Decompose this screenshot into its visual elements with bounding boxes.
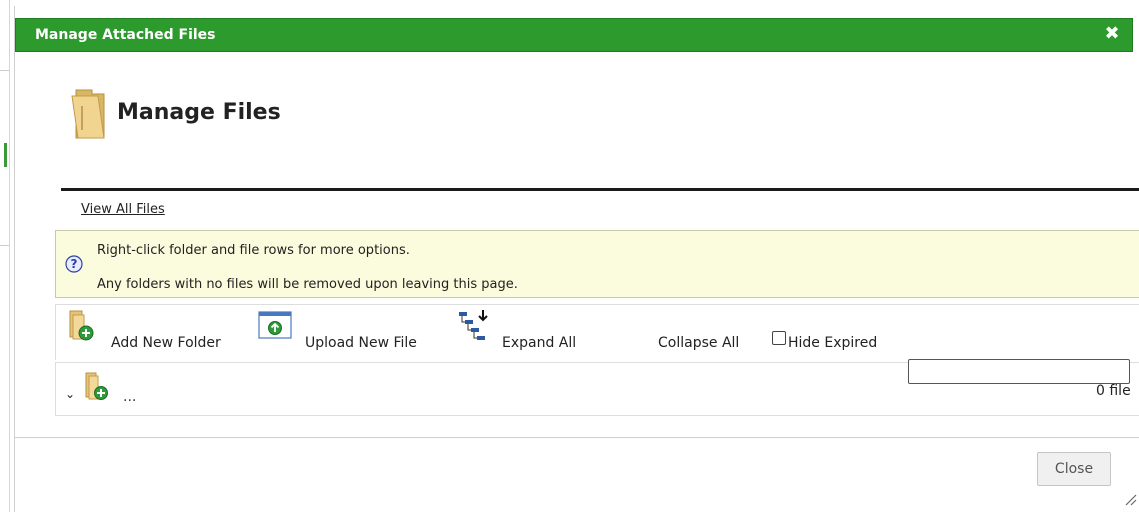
folder-tree-root[interactable]: ⌄ ... 0 file — [55, 359, 1139, 416]
info-panel: ? Right-click folder and file rows for m… — [55, 230, 1139, 298]
upload-new-file-label: Upload New File — [305, 335, 417, 351]
view-all-files-link[interactable]: View All Files — [81, 202, 165, 217]
page-title: Manage Files — [117, 100, 281, 125]
dialog-titlebar: Manage Attached Files ✖ — [15, 18, 1133, 52]
filter-input[interactable] — [908, 359, 1130, 384]
info-line-2: Any folders with no files will be remove… — [97, 277, 518, 292]
footer-divider — [15, 437, 1139, 438]
hide-expired-checkbox[interactable] — [772, 331, 786, 345]
chevron-down-icon[interactable]: ⌄ — [65, 387, 75, 401]
dialog-title: Manage Attached Files — [35, 27, 216, 43]
expand-all-button[interactable]: Expand All — [456, 309, 596, 357]
folder-add-icon — [85, 372, 108, 400]
header-divider — [61, 188, 1139, 191]
question-icon: ? — [65, 255, 83, 273]
hide-expired-toggle[interactable]: Hide Expired — [770, 309, 910, 357]
add-new-folder-button[interactable]: Add New Folder — [66, 309, 236, 357]
edge-divider — [0, 245, 9, 246]
collapse-all-label: Collapse All — [658, 335, 740, 351]
svg-text:?: ? — [71, 257, 78, 271]
tree-expand-icon — [459, 310, 488, 340]
resize-handle-icon[interactable] — [1123, 492, 1137, 506]
close-icon[interactable]: ✖ — [1102, 24, 1122, 44]
folder-add-icon — [69, 310, 94, 341]
info-line-1: Right-click folder and file rows for mor… — [97, 243, 410, 258]
file-count: 0 file — [1096, 383, 1131, 399]
file-toolbar: Add New Folder Upload New File Expand Al… — [55, 304, 1139, 360]
edge-green-marker — [4, 143, 7, 167]
upload-new-file-button[interactable]: Upload New File — [256, 309, 436, 357]
hide-expired-label: Hide Expired — [788, 335, 878, 351]
file-upload-icon — [258, 311, 292, 339]
collapse-all-button[interactable]: Collapse All — [656, 309, 756, 357]
close-button[interactable]: Close — [1037, 452, 1111, 486]
expand-all-label: Expand All — [502, 335, 577, 351]
folder-icon — [71, 89, 105, 139]
add-new-folder-label: Add New Folder — [111, 335, 221, 351]
manage-files-dialog: Manage Attached Files ✖ Manage Files Vie… — [14, 6, 1139, 512]
edge-divider — [0, 70, 9, 71]
root-folder-label: ... — [123, 389, 137, 405]
background-window-edge — [0, 0, 10, 512]
